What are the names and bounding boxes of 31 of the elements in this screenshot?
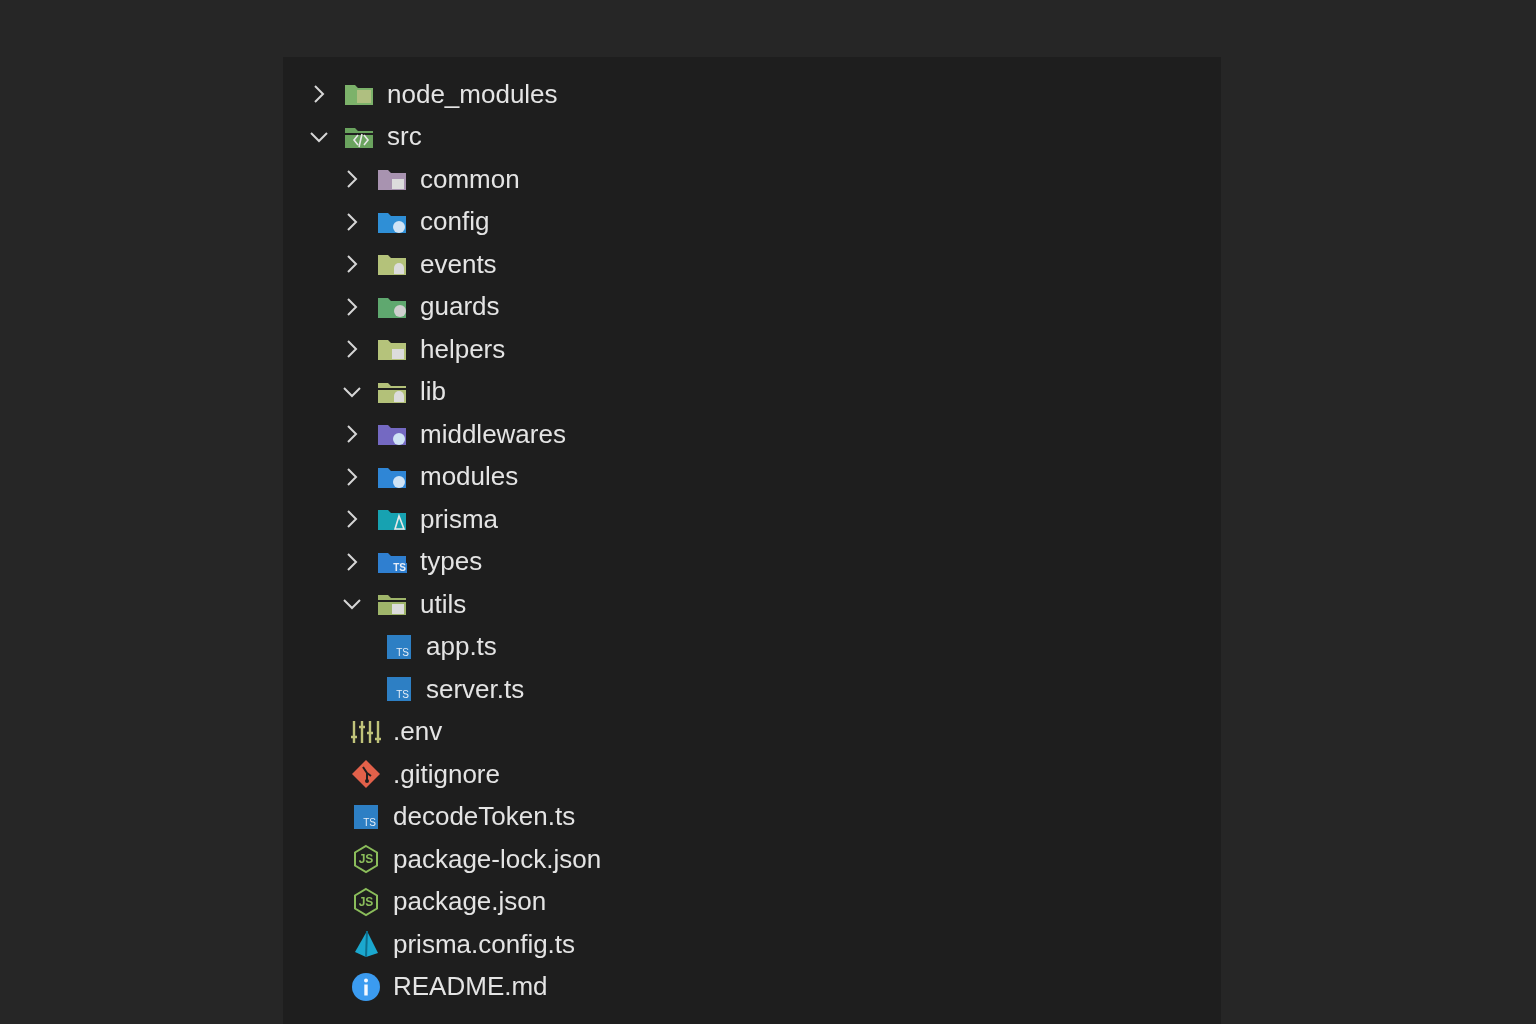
folder-name[interactable]: prisma	[420, 499, 498, 539]
file-name[interactable]: README.md	[393, 967, 548, 1007]
folder-name[interactable]: helpers	[420, 329, 506, 369]
file-name[interactable]: package-lock.json	[393, 839, 602, 879]
folder-name[interactable]: node_modules	[387, 74, 558, 114]
file-name[interactable]: decodeToken.ts	[393, 797, 576, 837]
hexagon-icon: JS	[352, 844, 380, 875]
ts-file-icon: TS	[387, 677, 411, 702]
sliders-icon	[351, 718, 381, 745]
info-icon	[351, 971, 381, 1002]
file-name[interactable]: app.ts	[426, 627, 497, 667]
folder-name[interactable]: guards	[420, 287, 500, 327]
file-name[interactable]: server.ts	[426, 669, 525, 709]
file-name[interactable]: .env	[393, 712, 443, 752]
file-name[interactable]: .gitignore	[393, 754, 500, 794]
folder-name[interactable]: config	[420, 202, 490, 242]
file-name[interactable]: prisma.config.ts	[393, 924, 576, 964]
folder-name[interactable]: modules	[420, 457, 519, 497]
git-icon	[351, 759, 381, 790]
folder-name[interactable]: common	[420, 159, 520, 199]
folder-name[interactable]: utils	[420, 584, 467, 624]
triangle-icon	[352, 930, 380, 959]
folder-name[interactable]: lib	[420, 372, 446, 412]
folder-name[interactable]: middlewares	[420, 414, 566, 454]
folder-name[interactable]: types	[420, 542, 483, 582]
ts-file-icon: TS	[354, 804, 378, 829]
folder-name[interactable]: src	[387, 117, 422, 157]
folder-name[interactable]: events	[420, 244, 497, 284]
ts-file-icon: TS	[387, 634, 411, 659]
hexagon-icon: JS	[352, 886, 380, 917]
file-name[interactable]: package.json	[393, 882, 547, 922]
